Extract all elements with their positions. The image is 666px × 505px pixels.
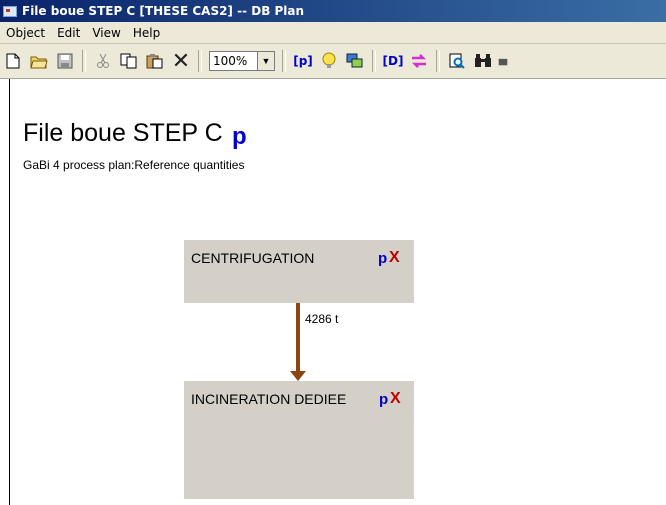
- menu-object[interactable]: Object: [0, 26, 51, 40]
- canvas-left-margin: [0, 79, 10, 505]
- chevron-down-icon[interactable]: ▼: [257, 52, 274, 70]
- toolbar-separator: [436, 50, 440, 72]
- plan-subtitle: GaBi 4 process plan:Reference quantities: [23, 158, 245, 172]
- save-icon[interactable]: [54, 50, 76, 72]
- menu-bar: Object Edit View Help: [0, 22, 666, 44]
- process-name: INCINERATION DEDIEE: [191, 391, 347, 407]
- open-icon[interactable]: [28, 50, 50, 72]
- arrows-icon[interactable]: [408, 50, 430, 72]
- process-parameter-p[interactable]: p: [379, 391, 388, 408]
- delete-icon[interactable]: ✕: [170, 49, 192, 74]
- zoom-value: 100%: [213, 54, 248, 68]
- db-icon[interactable]: [D]: [382, 50, 404, 72]
- new-icon[interactable]: [2, 50, 24, 72]
- layers-icon[interactable]: [344, 50, 366, 72]
- flow-arrow-line[interactable]: [296, 303, 300, 374]
- process-box-centrifugation[interactable]: CENTRIFUGATION p X: [184, 240, 414, 303]
- window-title: File boue STEP C [THESE CAS2] -- DB Plan: [22, 4, 305, 18]
- process-delete-x[interactable]: X: [389, 249, 400, 267]
- toolbar: ✕ 100% ▼ [p] [D]: [0, 44, 666, 79]
- paste-icon[interactable]: [144, 50, 166, 72]
- toolbar-overflow-icon[interactable]: [498, 50, 508, 72]
- app-window: File boue STEP C [THESE CAS2] -- DB Plan…: [0, 0, 666, 505]
- process-parameter-p[interactable]: p: [378, 250, 387, 267]
- menu-view[interactable]: View: [86, 26, 126, 40]
- toolbar-separator: [372, 50, 376, 72]
- plan-title: File boue STEP C: [23, 119, 223, 147]
- process-delete-x[interactable]: X: [390, 390, 401, 408]
- menu-help[interactable]: Help: [127, 26, 166, 40]
- toolbar-separator: [82, 50, 86, 72]
- menu-edit[interactable]: Edit: [51, 26, 86, 40]
- copy-icon[interactable]: [118, 50, 140, 72]
- toolbar-separator: [198, 50, 202, 72]
- process-name: CENTRIFUGATION: [191, 250, 315, 266]
- plan-parameter-p[interactable]: p: [232, 123, 247, 151]
- title-bar[interactable]: File boue STEP C [THESE CAS2] -- DB Plan: [0, 0, 666, 22]
- zoom-dropdown[interactable]: 100% ▼: [209, 51, 275, 71]
- cut-icon[interactable]: [92, 50, 114, 72]
- inspect-icon[interactable]: [446, 50, 468, 72]
- toolbar-separator: [282, 50, 286, 72]
- binoculars-icon[interactable]: [472, 50, 494, 72]
- process-p-icon[interactable]: [p]: [292, 50, 314, 72]
- flow-quantity-label: 4286 t: [305, 312, 339, 326]
- bulb-icon[interactable]: [318, 50, 340, 72]
- process-box-incineration[interactable]: INCINERATION DEDIEE p X: [184, 381, 414, 499]
- flow-arrow-head: [290, 371, 306, 381]
- app-icon: [3, 5, 17, 17]
